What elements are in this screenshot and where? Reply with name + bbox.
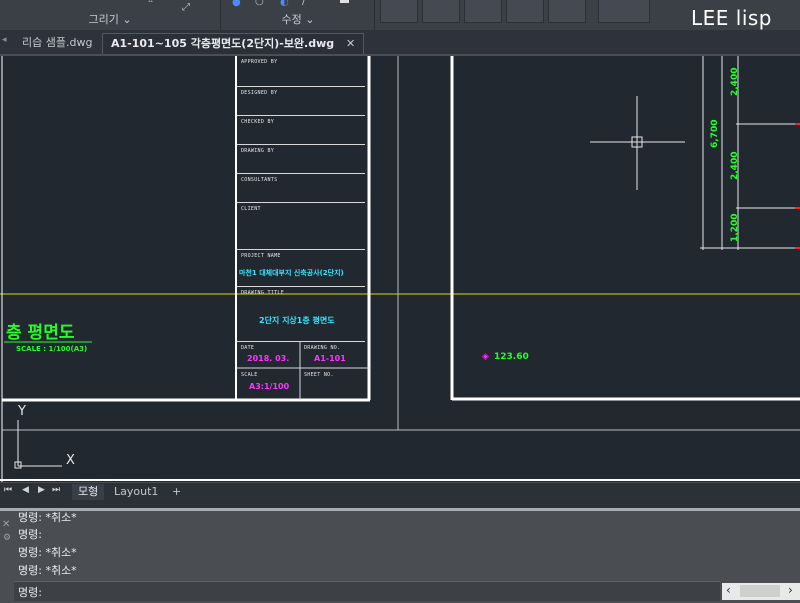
dimension-text-1: 2,400: [730, 67, 740, 96]
ribbon-button-2[interactable]: [422, 0, 460, 23]
tab-model-label: 모형: [78, 485, 99, 498]
stretch-tool-icon[interactable]: /: [302, 0, 305, 7]
tb-cell-drawing-by: DRAWING BY: [237, 145, 365, 174]
rotate-tool-icon[interactable]: ○: [255, 0, 264, 7]
copy-tool-icon[interactable]: ●: [232, 0, 241, 8]
tb-cell-checked: CHECKED BY: [237, 116, 365, 145]
drawing-canvas[interactable]: APPROVED BY DESIGNED BY CHECKED BY DRAWI…: [0, 56, 800, 482]
tb-cell-consultants: CONSULTANTS: [237, 174, 365, 203]
tb-label-date: DATE: [241, 345, 255, 351]
tab-scroll-left-icon[interactable]: ◂: [2, 35, 7, 45]
tb-label-scale: SCALE: [241, 372, 258, 378]
ribbon-group-draw[interactable]: ⌗ ⤢ 그리기 ⌄: [0, 0, 221, 30]
close-icon[interactable]: ✕: [346, 37, 355, 50]
tb-cell-drawing-title: DRAWING TITLE 2단지 지상1층 평면도: [237, 287, 365, 342]
tab-file-2-label: A1-101~105 각층평면도(2단지)-보완.dwg: [111, 37, 335, 50]
level-marker-icon: ◈: [482, 352, 489, 362]
ribbon-button-1[interactable]: [380, 0, 418, 23]
tb-drawing-no-value: A1-101: [314, 354, 346, 363]
tb-label-approved: APPROVED BY: [241, 59, 278, 65]
dimension-text-4: 1,200: [730, 213, 740, 242]
tb-label-checked: CHECKED BY: [241, 119, 275, 125]
close-command-icon[interactable]: ✕: [2, 519, 10, 530]
ribbon-button-5[interactable]: [548, 0, 586, 23]
scroll-right-icon[interactable]: ›: [788, 583, 793, 597]
tb-label-client: CLIENT: [241, 206, 261, 212]
plan-title: 층 평면도: [6, 323, 75, 343]
tab-file-2[interactable]: A1-101~105 각층평면도(2단지)-보완.dwg ✕: [102, 33, 365, 54]
ribbon-button-4[interactable]: [506, 0, 544, 23]
last-layout-icon[interactable]: ⏭: [52, 485, 60, 495]
ribbon-group-draw-label[interactable]: 그리기 ⌄: [0, 11, 220, 27]
tb-cell-client: CLIENT: [237, 203, 365, 250]
tb-scale-value: A3:1/100: [249, 382, 290, 391]
layout-tab-bar: ⏮ ◀ ▶ ⏭ 모형 Layout1 +: [0, 482, 800, 501]
command-history-line-4: 명령: *취소*: [18, 564, 77, 577]
ribbon: ⌗ ⤢ 그리기 ⌄ ● ○ ◐ / 수정 ⌄ LEE lisp: [0, 0, 800, 30]
tab-model[interactable]: 모형: [72, 484, 105, 500]
mirror-tool-icon[interactable]: ◐: [280, 0, 289, 8]
tb-label-drawing-title: DRAWING TITLE: [241, 290, 285, 296]
prev-layout-icon[interactable]: ◀: [22, 485, 29, 495]
level-mark-value: 123.60: [494, 352, 529, 362]
tb-label-project: PROJECT NAME: [241, 253, 281, 259]
tb-label-consultants: CONSULTANTS: [241, 177, 278, 183]
dimension-text-2: 6,700: [710, 119, 720, 148]
dimension-text-3: 2,400: [730, 151, 740, 180]
command-history-line-3: 명령: *취소*: [18, 546, 77, 559]
chevron-down-icon[interactable]: ⌄: [305, 13, 314, 26]
ribbon-group-modify-label[interactable]: 수정 ⌄: [222, 11, 374, 27]
tb-cell-project: PROJECT NAME 마천1 대체대부지 신축공사(2단지): [237, 250, 365, 287]
ribbon-button-3[interactable]: [464, 0, 502, 23]
tab-layout1-label: Layout1: [114, 485, 159, 498]
chevron-down-icon[interactable]: ⌄: [122, 13, 131, 26]
ucs-x-label: X: [66, 453, 75, 468]
tab-file-1[interactable]: 리습 샘플.dwg: [14, 33, 100, 53]
ribbon-group-modify[interactable]: ● ○ ◐ / 수정 ⌄: [222, 0, 375, 30]
tab-file-1-label: 리습 샘플.dwg: [22, 36, 93, 49]
horizontal-scrollbar[interactable]: ‹ ›: [722, 583, 800, 600]
scroll-left-icon[interactable]: ‹: [726, 583, 731, 597]
tb-label-sheet-no: SHEET NO.: [304, 372, 334, 378]
tb-project-name: 마천1 대체대부지 신축공사(2단지): [239, 269, 344, 277]
scroll-thumb[interactable]: [740, 585, 780, 597]
draw-tool-icon[interactable]: ⌗: [148, 0, 153, 6]
tb-label-drawing-by: DRAWING BY: [241, 148, 275, 154]
file-tab-bar: ◂ 리습 샘플.dwg A1-101~105 각층평면도(2단지)-보완.dwg…: [0, 30, 800, 56]
tab-layout1[interactable]: Layout1: [108, 484, 164, 500]
tab-add-layout-label: +: [172, 485, 182, 498]
tab-add-layout[interactable]: +: [166, 484, 187, 500]
first-layout-icon[interactable]: ⏮: [4, 485, 12, 495]
drawing-geometry: [0, 56, 800, 482]
tb-cell-designed: DESIGNED BY: [237, 87, 365, 116]
ucs-y-label: Y: [18, 404, 26, 419]
command-history-line-1: 명령: *취소*: [18, 511, 77, 524]
tb-cell-approved: APPROVED BY: [237, 56, 365, 87]
brand-label: LEE lisp: [690, 6, 772, 30]
tb-label-designed: DESIGNED BY: [241, 90, 278, 96]
next-layout-icon[interactable]: ▶: [38, 485, 45, 495]
command-history-line-2: 명령:: [18, 528, 42, 541]
command-window: ✕ ⚙ 명령: *취소* 명령: 명령: *취소* 명령: *취소* 명령: ‹…: [0, 508, 800, 603]
ribbon-button-6[interactable]: [598, 0, 650, 23]
scale-tool-icon[interactable]: [340, 0, 349, 3]
plan-scale: SCALE : 1/100(A3): [16, 345, 88, 353]
tb-label-drawing-no: DRAWING NO.: [304, 345, 341, 351]
tb-drawing-title: 2단지 지상1층 평면도: [259, 316, 335, 325]
command-prompt: 명령:: [18, 586, 42, 599]
tb-date-value: 2018. 03.: [247, 354, 290, 363]
command-input[interactable]: 명령:: [14, 581, 720, 601]
command-settings-icon[interactable]: ⚙: [3, 533, 11, 543]
